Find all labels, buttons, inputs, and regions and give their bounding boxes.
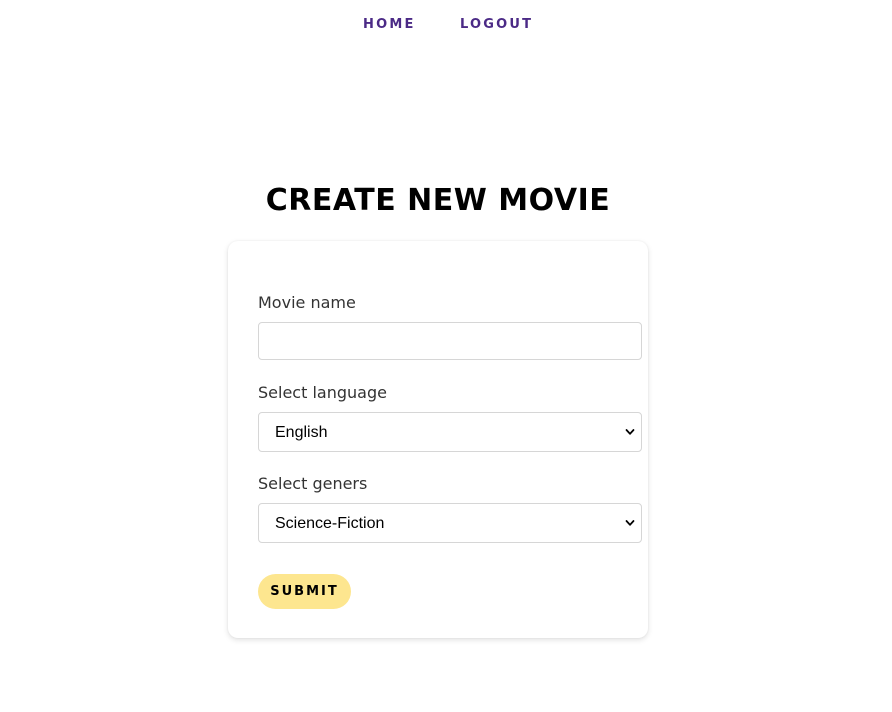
chevron-down-icon <box>625 520 635 526</box>
submit-button[interactable]: SUBMIT <box>258 574 351 609</box>
top-nav: HOME LOGOUT <box>0 17 892 35</box>
nav-logout-link[interactable]: LOGOUT <box>460 17 533 33</box>
page-title: CREATE NEW MOVIE <box>265 183 611 218</box>
language-select[interactable]: English <box>258 412 642 452</box>
chevron-down-icon <box>625 429 635 435</box>
language-selected-value: English <box>275 424 328 441</box>
nav-home-link[interactable]: HOME <box>363 17 416 33</box>
genre-select[interactable]: Science-Fiction <box>258 503 642 543</box>
create-movie-form: Movie name Select language English Selec… <box>228 241 648 638</box>
movie-name-input[interactable] <box>258 322 642 360</box>
language-label: Select language <box>258 383 387 402</box>
movie-name-label: Movie name <box>258 293 356 312</box>
genre-label: Select geners <box>258 474 368 493</box>
genre-selected-value: Science-Fiction <box>275 515 385 532</box>
